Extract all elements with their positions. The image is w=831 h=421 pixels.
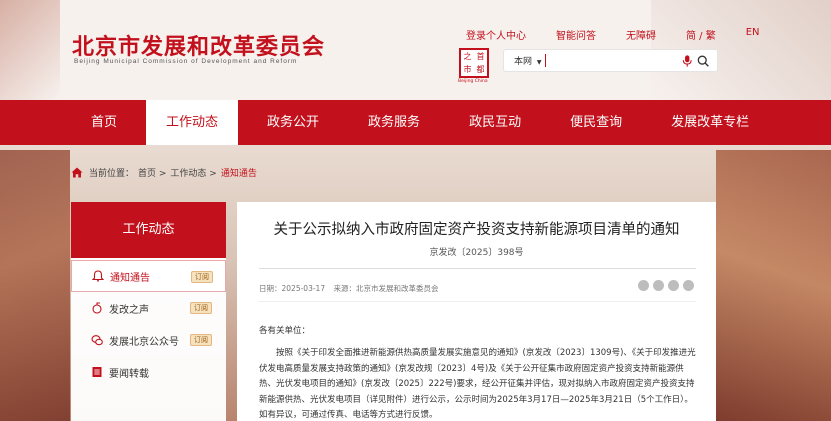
main-nav: 首页 工作动态 政务公开 政务服务 政民互动 便民查询 发展改革专栏 (0, 100, 831, 145)
background-roof-left (0, 150, 70, 421)
search-box: 本网 ▼ (503, 49, 718, 72)
article-meta: 日期：2025-03-17 来源：北京市发展和改革委员会 (259, 283, 444, 294)
site-subtitle: Beijing Municipal Commission of Developm… (74, 58, 298, 65)
subscribe-badge[interactable]: 订阅 (190, 302, 212, 314)
seal-caption: Beijing China (458, 79, 488, 84)
share-weibo-icon[interactable] (653, 280, 664, 291)
simplified-traditional-link[interactable]: 简 / 繁 (686, 27, 716, 42)
nav-convenience-query[interactable]: 便民查询 (550, 100, 642, 145)
share-icons (634, 280, 694, 291)
document-icon (92, 367, 102, 377)
breadcrumb: 当前位置： 首页 > 工作动态 > 通知通告 (71, 166, 261, 179)
search-input[interactable] (550, 55, 683, 66)
seal-char: 都 (476, 65, 485, 74)
share-qzone-icon[interactable] (668, 280, 679, 291)
sidebar-item-wechat[interactable]: 发展北京公众号 订阅 (71, 324, 226, 356)
home-icon (71, 167, 83, 178)
accessibility-link[interactable]: 无障碍 (626, 27, 656, 42)
search-icon[interactable] (697, 54, 709, 68)
sidebar-item-voice[interactable]: 发改之声 订阅 (71, 292, 226, 324)
article-date: 日期：2025-03-17 (259, 284, 326, 293)
caret-down-icon: ▼ (536, 59, 542, 66)
sidebar: 工作动态 通知通告 订阅 发改之声 订阅 发展北京公众号 订阅 要闻转载 (71, 202, 226, 421)
nav-public-interaction[interactable]: 政民互动 (449, 100, 541, 145)
divider (259, 301, 696, 302)
nav-government-affairs[interactable]: 政务公开 (247, 100, 339, 145)
subscribe-badge[interactable]: 订阅 (191, 271, 213, 283)
document-number: 京发改〔2025〕398号 (429, 248, 524, 258)
nav-reform-column[interactable]: 发展改革专栏 (651, 100, 769, 145)
article-salutation: 各有关单位： (259, 326, 311, 336)
wechat-icon (91, 335, 103, 346)
nav-government-services[interactable]: 政务服务 (348, 100, 440, 145)
share-wechat-icon[interactable] (638, 280, 649, 291)
nav-work-updates[interactable]: 工作动态 (146, 100, 239, 145)
sidebar-item-label: 要闻转载 (109, 368, 149, 380)
seal-char: 首 (476, 52, 485, 61)
top-links: 登录个人中心 智能问答 无障碍 简 / 繁 EN (466, 27, 760, 42)
smart-qa-link[interactable]: 智能问答 (556, 27, 596, 42)
print-icon[interactable] (683, 280, 694, 291)
bell-icon (92, 270, 104, 282)
sidebar-item-label: 通知通告 (110, 272, 150, 284)
breadcrumb-notices[interactable]: 通知通告 (221, 166, 257, 179)
sidebar-item-label: 发展北京公众号 (109, 336, 179, 348)
login-link[interactable]: 登录个人中心 (466, 27, 526, 42)
nav-home[interactable]: 首页 (71, 100, 137, 145)
seal-char: 之 (463, 52, 472, 61)
breadcrumb-work-updates[interactable]: 工作动态 > (170, 166, 216, 179)
article-panel: 关于公示拟纳入市政府固定资产投资支持新能源项目清单的通知 京发改〔2025〕39… (237, 202, 716, 421)
article-title: 关于公示拟纳入市政府固定资产投资支持新能源项目清单的通知 (273, 222, 680, 238)
divider (259, 268, 696, 269)
article-source: 来源：北京市发展和改革委员会 (333, 284, 439, 293)
breadcrumb-label: 当前位置： (89, 169, 135, 179)
background-roof-right (716, 150, 831, 421)
site-header: 北京市发展和改革委员会 Beijing Municipal Commission… (0, 0, 831, 100)
capital-seal-logo: 之 首 市 都 (459, 48, 489, 78)
search-scope-label: 本网 (514, 57, 533, 67)
sidebar-title: 工作动态 (71, 202, 226, 258)
english-link[interactable]: EN (746, 27, 760, 42)
article-body: 按照《关于印发全面推进新能源供热高质量发展实施意见的通知》(京发改〔2023〕1… (259, 348, 696, 420)
voice-icon (92, 302, 102, 314)
subscribe-badge[interactable]: 订阅 (190, 334, 212, 346)
text-cursor (545, 54, 547, 67)
seal-char: 市 (463, 65, 472, 74)
sidebar-item-label: 发改之声 (109, 304, 149, 316)
sidebar-item-notices[interactable]: 通知通告 订阅 (71, 260, 226, 292)
site-title[interactable]: 北京市发展和改革委员会 (72, 29, 325, 61)
sidebar-item-reprints[interactable]: 要闻转载 (71, 356, 226, 388)
microphone-icon[interactable] (682, 54, 692, 68)
breadcrumb-home[interactable]: 首页 > (138, 166, 166, 179)
search-scope-select[interactable]: 本网 ▼ (514, 54, 545, 67)
